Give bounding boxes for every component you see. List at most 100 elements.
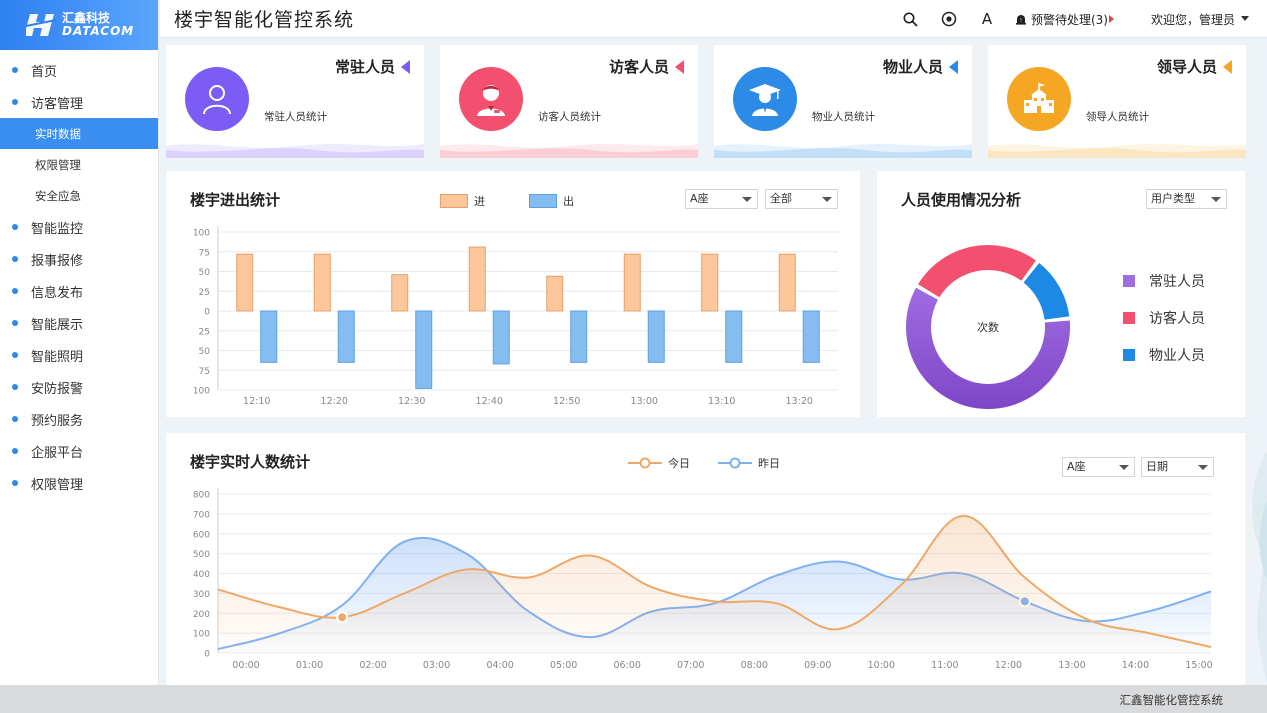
y-tick-label: 75: [199, 248, 210, 258]
alarm-pending-button[interactable]: ! 预警待处理(3): [1015, 11, 1115, 28]
stat-card-0[interactable]: 常驻人员常驻人员统计: [166, 45, 424, 158]
sidebar-item-label: 权限管理: [31, 477, 84, 493]
sidebar-item-13[interactable]: 权限管理: [0, 467, 158, 499]
bullet-icon: [12, 288, 18, 294]
bar-in[interactable]: [546, 275, 564, 312]
sidebar-item-7[interactable]: 信息发布: [0, 275, 158, 307]
card-subtitle: 物业人员统计: [812, 111, 875, 123]
bar-in[interactable]: [468, 246, 486, 312]
target-icon[interactable]: [941, 11, 957, 27]
card-title: 常驻人员: [335, 56, 410, 77]
triangle-icon: [675, 59, 684, 74]
sidebar-item-label: 安防报警: [31, 381, 84, 397]
bullet-icon: [12, 480, 18, 486]
triangle-icon: [949, 59, 958, 74]
x-tick-label: 12:40: [476, 396, 503, 407]
footer: 汇鑫智能化管控系统: [0, 685, 1267, 713]
bar-out[interactable]: [570, 310, 588, 363]
user-menu[interactable]: 欢迎您，管理员: [1151, 11, 1249, 28]
y-tick-label: 100: [193, 387, 210, 397]
logo-company-name: 汇鑫科技: [62, 11, 111, 25]
y-tick-label: 800: [193, 491, 210, 501]
y-tick-label: 100: [193, 630, 210, 640]
sidebar-item-11[interactable]: 预约服务: [0, 403, 158, 435]
x-tick-label: 10:00: [868, 660, 895, 671]
card-title-text: 领导人员: [1156, 58, 1217, 76]
bar-out[interactable]: [725, 310, 743, 363]
sidebar-item-1[interactable]: 访客管理: [0, 86, 158, 118]
stat-card-2[interactable]: 物业人员 物业人员统计: [714, 45, 972, 158]
bar-in[interactable]: [623, 253, 641, 312]
bar-out[interactable]: [492, 310, 510, 365]
card-wave: [714, 144, 972, 158]
font-size-button[interactable]: A: [979, 10, 995, 28]
logo[interactable]: 汇鑫科技 DATACOM: [0, 0, 158, 50]
bar-in[interactable]: [236, 253, 254, 312]
footer-text: 汇鑫智能化管控系统: [1119, 693, 1224, 707]
x-tick-label: 12:30: [398, 396, 425, 407]
sidebar-item-10[interactable]: 安防报警: [0, 371, 158, 403]
sidebar-item-4[interactable]: 安全应急: [0, 180, 158, 211]
card-subtitle: 常驻人员统计: [264, 111, 327, 123]
sidebar-item-3[interactable]: 权限管理: [0, 149, 158, 180]
bar-in[interactable]: [313, 253, 331, 312]
sidebar-item-0[interactable]: 首页: [0, 54, 158, 86]
sidebar-item-label: 智能照明: [31, 349, 84, 365]
legend-swatch: [1123, 275, 1135, 287]
sidebar-item-9[interactable]: 智能照明: [0, 339, 158, 371]
card-subtitle: 访客人员统计: [538, 111, 601, 123]
bar-out[interactable]: [802, 310, 820, 363]
highlight-point[interactable]: [336, 611, 349, 624]
bullet-icon: [12, 67, 18, 73]
sidebar-item-8[interactable]: 智能展示: [0, 307, 158, 339]
y-tick-label: 100: [193, 229, 210, 239]
search-icon[interactable]: [903, 11, 919, 27]
datacom-logo-icon: [26, 14, 57, 36]
stat-card-1[interactable]: 访客人员访客人员统计: [440, 45, 698, 158]
bar-out[interactable]: [337, 310, 355, 363]
usage-legend-item[interactable]: 物业人员: [1123, 345, 1205, 365]
x-tick-label: 15:00: [1185, 660, 1212, 671]
legend-label: 物业人员: [1149, 348, 1205, 364]
y-tick-label: 50: [199, 347, 211, 357]
bar-out[interactable]: [647, 310, 665, 363]
triangle-icon: [1223, 59, 1232, 74]
bar-in[interactable]: [701, 253, 719, 312]
sidebar-item-6[interactable]: 报事报修: [0, 243, 158, 275]
bar-out[interactable]: [415, 310, 433, 389]
usage-panel: 人员使用情况分析 用户类型 次数 常驻人员 访客人员 物业人员: [877, 171, 1245, 417]
donut-slice-1[interactable]: [918, 245, 1036, 298]
sidebar-item-label: 安全应急: [35, 188, 81, 203]
x-tick-label: 02:00: [359, 660, 386, 671]
y-tick-label: 75: [199, 367, 210, 377]
x-tick-label: 12:20: [321, 396, 348, 407]
bullet-icon: [12, 320, 18, 326]
sidebar-item-2[interactable]: 实时数据: [0, 118, 158, 149]
usage-legend-item[interactable]: 常驻人员: [1123, 271, 1205, 291]
graduate-icon: [733, 67, 797, 131]
inout-bar-chart: 100 75 50 25 0 25 50 75 100 12:10 12:20 12:30 12:40 1…: [193, 226, 838, 407]
donut-slice-2[interactable]: [1023, 262, 1070, 320]
card-title-text: 访客人员: [608, 58, 669, 76]
alarm-bell-icon: !: [1015, 15, 1026, 25]
stat-card-3[interactable]: 领导人员 领导人员统计: [988, 45, 1246, 158]
decorative-wave: [1252, 450, 1267, 685]
sidebar-item-5[interactable]: 智能监控: [0, 211, 158, 243]
sidebar-item-label: 智能监控: [31, 221, 84, 237]
card-title: 领导人员: [1157, 56, 1232, 77]
x-tick-label: 08:00: [741, 660, 768, 671]
card-wave: [988, 144, 1246, 158]
sidebar-item-label: 智能展示: [31, 317, 84, 333]
bullet-icon: [12, 352, 18, 358]
bullet-icon: [12, 256, 18, 262]
bar-in[interactable]: [778, 253, 796, 312]
bar-in[interactable]: [391, 274, 409, 312]
legend-label: 常驻人员: [1149, 274, 1205, 290]
usage-legend-item[interactable]: 访客人员: [1123, 308, 1205, 328]
card-title-text: 常驻人员: [334, 58, 395, 76]
sidebar-item-12[interactable]: 企服平台: [0, 435, 158, 467]
sidebar-item-label: 信息发布: [31, 285, 84, 301]
x-tick-label: 00:00: [232, 660, 259, 671]
bar-out[interactable]: [260, 310, 278, 363]
sidebar-item-label: 预约服务: [31, 413, 84, 429]
